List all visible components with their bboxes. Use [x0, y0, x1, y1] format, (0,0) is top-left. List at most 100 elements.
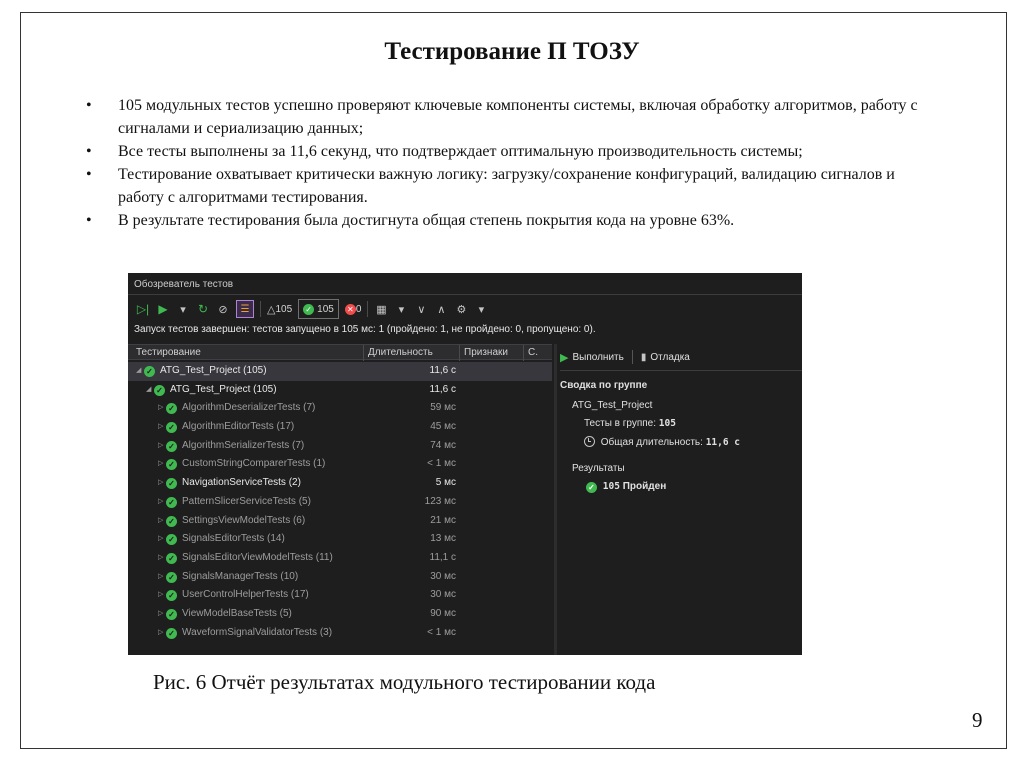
- rerun-icon[interactable]: ↻: [196, 300, 210, 318]
- results-heading: Результаты: [572, 463, 625, 474]
- run-icon[interactable]: ▶: [156, 300, 170, 318]
- collapsed-arrow-icon[interactable]: ▷: [158, 455, 163, 474]
- collapsed-arrow-icon[interactable]: ▷: [158, 605, 163, 624]
- toolbar-separator: [631, 350, 633, 364]
- bullet-item: Все тесты выполнены за 11,6 секунд, что …: [86, 140, 936, 163]
- collapsed-arrow-icon[interactable]: ▷: [158, 549, 163, 568]
- collapsed-arrow-icon[interactable]: ▷: [158, 474, 163, 493]
- chevron-down-icon[interactable]: ▾: [394, 300, 408, 318]
- collapsed-arrow-icon[interactable]: ▷: [158, 493, 163, 512]
- details-divider: [560, 370, 802, 371]
- collapsed-arrow-icon[interactable]: ▷: [158, 437, 163, 456]
- tree-row-duration: 30 мс: [430, 589, 456, 601]
- tree-row[interactable]: ▷ ✓ AlgorithmSerializerTests (7) 74 мс: [128, 437, 552, 456]
- tree-row[interactable]: ▷ ✓ SignalsEditorViewModelTests (11) 11,1 с: [128, 549, 552, 568]
- tree-row-name: SignalsEditorTests (14): [182, 533, 285, 545]
- tree-row-name: WaveformSignalValidatorTests (3): [182, 626, 333, 638]
- clock-icon: [584, 436, 595, 447]
- test-explorer-screenshot: Обозреватель тестов ▷| ▶ ▾ ↻ ⊘ ☰ △ 105 ✓…: [128, 273, 802, 655]
- expanded-arrow-icon[interactable]: ◢: [146, 381, 151, 400]
- tree-row[interactable]: ▷ ✓ NavigationServiceTests (2) 5 мс: [128, 474, 552, 493]
- tests-in-group-row: Тесты в группе: 105: [584, 418, 676, 429]
- tree-row[interactable]: ▷ ✓ WaveformSignalValidatorTests (3) < 1 мс: [128, 624, 552, 643]
- tree-row-name: AlgorithmEditorTests (17): [182, 421, 295, 433]
- tree-row[interactable]: ▷ ✓ SignalsEditorTests (14) 13 мс: [128, 530, 552, 549]
- run-button[interactable]: Выполнить: [572, 352, 623, 363]
- failed-tests-count: 0: [355, 303, 362, 315]
- total-tests-filter[interactable]: △ 105: [267, 300, 292, 318]
- column-splitter[interactable]: [363, 345, 364, 361]
- tree-row[interactable]: ▷ ✓ AlgorithmEditorTests (17) 45 мс: [128, 418, 552, 437]
- tree-row[interactable]: ▷ ✓ AlgorithmDeserializerTests (7) 59 мс: [128, 399, 552, 418]
- failed-tests-filter[interactable]: ✕ 0: [344, 300, 362, 318]
- tree-row-duration: 13 мс: [430, 533, 456, 545]
- run-all-icon[interactable]: ▷|: [136, 300, 150, 318]
- bullet-item: В результате тестирования была достигнут…: [86, 209, 936, 232]
- tree-row[interactable]: ▷ ✓ CustomStringComparerTests (1) < 1 мс: [128, 455, 552, 474]
- column-header-duration[interactable]: Длительность: [368, 347, 433, 358]
- tree-row-name: ATG_Test_Project (105): [160, 365, 267, 376]
- collapsed-arrow-icon[interactable]: ▷: [158, 568, 163, 587]
- pane-splitter[interactable]: [554, 344, 557, 655]
- tree-row-duration: 11,1 с: [429, 551, 457, 563]
- results-passed-row[interactable]: ✓ 105 Пройден: [586, 481, 666, 493]
- run-status-text: Запуск тестов завершен: тестов запущено …: [134, 324, 596, 335]
- group-name: ATG_Test_Project: [572, 400, 653, 411]
- tests-in-group-value: 105: [658, 418, 676, 429]
- figure-caption: Рис. 6 Отчёт результатах модульного тест…: [153, 670, 656, 694]
- column-splitter[interactable]: [459, 345, 460, 361]
- chevron-down-icon[interactable]: ▾: [176, 300, 190, 318]
- playlist-icon[interactable]: ☰: [236, 300, 254, 318]
- passed-icon: ✓: [166, 534, 177, 546]
- tree-row[interactable]: ▷ ✓ SignalsManagerTests (10) 30 мс: [128, 568, 552, 587]
- passed-icon: ✓: [166, 590, 177, 602]
- collapsed-arrow-icon[interactable]: ▷: [158, 418, 163, 437]
- tree-row[interactable]: ▷ ✓ ViewModelBaseTests (5) 90 мс: [128, 605, 552, 624]
- passed-icon: ✓: [166, 627, 177, 639]
- debug-icon: ▮: [640, 351, 647, 363]
- collapsed-arrow-icon[interactable]: ▷: [158, 586, 163, 605]
- chevron-down-icon[interactable]: ▾: [474, 300, 488, 318]
- tree-row-duration: 11,6 с: [429, 365, 457, 376]
- group-by-icon[interactable]: ▦: [374, 300, 388, 318]
- tree-row-duration: 90 мс: [430, 607, 456, 619]
- passed-icon: ✓: [166, 608, 177, 620]
- collapsed-arrow-icon[interactable]: ▷: [158, 530, 163, 549]
- tree-row[interactable]: ▷ ✓ SettingsViewModelTests (6) 21 мс: [128, 512, 552, 531]
- tree-row-duration: 11,6 с: [429, 383, 457, 395]
- collapse-all-icon[interactable]: ∨: [414, 300, 428, 318]
- collapsed-arrow-icon[interactable]: ▷: [158, 399, 163, 418]
- tree-row-name: AlgorithmSerializerTests (7): [182, 439, 305, 451]
- passed-tests-count: 105: [317, 303, 334, 315]
- tree-row-name: ViewModelBaseTests (5): [182, 607, 292, 619]
- expand-all-icon[interactable]: ∧: [434, 300, 448, 318]
- results-passed-label: Пройден: [622, 481, 667, 492]
- passed-icon: ✓: [166, 552, 177, 564]
- gear-icon[interactable]: ⚙: [454, 300, 468, 318]
- expanded-arrow-icon[interactable]: ◢: [136, 362, 141, 381]
- column-splitter[interactable]: [523, 345, 524, 361]
- tree-row[interactable]: ▷ ✓ UserControlHelperTests (17) 30 мс: [128, 586, 552, 605]
- tree-row-duration: < 1 мс: [427, 458, 456, 470]
- tree-row-duration: 59 мс: [430, 402, 456, 414]
- results-passed-count: 105: [602, 481, 620, 492]
- summary-heading: Сводка по группе: [560, 380, 648, 391]
- tree-row-name: SettingsViewModelTests (6): [182, 514, 306, 526]
- column-header-traits[interactable]: Признаки: [464, 347, 508, 358]
- collapsed-arrow-icon[interactable]: ▷: [158, 512, 163, 531]
- collapsed-arrow-icon[interactable]: ▷: [158, 624, 163, 643]
- tree-row-duration: 45 мс: [430, 421, 456, 433]
- column-header-name[interactable]: Тестирование: [136, 347, 201, 358]
- check-icon: ✓: [303, 303, 315, 315]
- passed-icon: ✓: [166, 571, 177, 583]
- passed-icon: ✓: [166, 496, 177, 508]
- cancel-icon[interactable]: ⊘: [216, 300, 230, 318]
- tree-row[interactable]: ◢ ✓ ATG_Test_Project (105) 11,6 с: [128, 362, 552, 381]
- check-icon: ✓: [586, 482, 597, 493]
- passed-tests-filter[interactable]: ✓ 105: [298, 299, 339, 319]
- debug-button[interactable]: Отладка: [650, 352, 690, 363]
- test-tree: ◢ ✓ ATG_Test_Project (105) 11,6 с ◢ ✓ ATG_Test…: [128, 362, 552, 642]
- column-header-extra[interactable]: С.: [528, 347, 538, 358]
- tree-row[interactable]: ▷ ✓ PatternSlicerServiceTests (5) 123 мс: [128, 493, 552, 512]
- tree-row[interactable]: ◢ ✓ ATG_Test_Project (105) 11,6 с: [128, 381, 552, 400]
